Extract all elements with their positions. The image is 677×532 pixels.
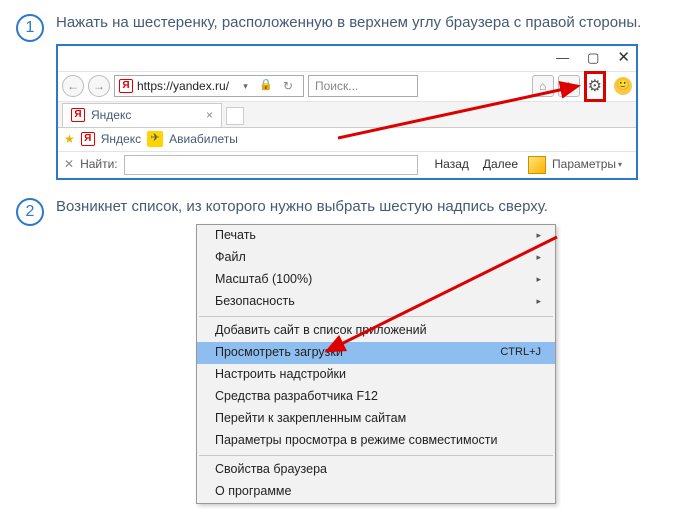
yandex-logo-icon: Я: [119, 79, 133, 93]
minimize-icon[interactable]: —: [556, 49, 569, 68]
url-dropdown-icon[interactable]: ▾: [243, 80, 255, 93]
menu-shortcut: CTRL+J: [500, 345, 541, 361]
address-bar: ← → Я https://yandex.ru/ ▾ 🔒 ↻ Поиск... …: [58, 72, 636, 102]
find-bar: ✕ Найти: Назад Далее Параметры ▾: [58, 152, 636, 178]
menu-options[interactable]: Свойства браузера: [197, 459, 555, 481]
refresh-icon[interactable]: ↻: [277, 75, 299, 97]
menu-compat-label: Параметры просмотра в режиме совместимос…: [215, 431, 498, 449]
browser-window: — ▢ ✕ ← → Я https://yandex.ru/ ▾ 🔒 ↻ Пои…: [56, 44, 638, 180]
search-field[interactable]: Поиск...: [308, 75, 418, 97]
nav-back-button[interactable]: ←: [62, 75, 84, 97]
smiley-icon[interactable]: 🙂: [614, 77, 632, 95]
bookmarks-bar: ★ Я Яндекс ✈ Авиабилеты: [58, 128, 636, 152]
menu-devtools-label: Средства разработчика F12: [215, 387, 378, 405]
maximize-icon[interactable]: ▢: [587, 49, 599, 68]
params-dropdown-icon: ▾: [618, 159, 630, 171]
chevron-right-icon: ▸: [536, 251, 541, 264]
close-icon[interactable]: ✕: [617, 47, 630, 69]
find-params-button[interactable]: Параметры ▾: [552, 156, 630, 173]
chevron-right-icon: ▸: [536, 295, 541, 308]
menu-file[interactable]: Файл ▸: [197, 247, 555, 269]
menu-pinned-label: Перейти к закрепленным сайтам: [215, 409, 406, 427]
find-prev-button[interactable]: Назад: [430, 156, 472, 173]
search-placeholder: Поиск...: [315, 78, 358, 95]
plane-icon: ✈: [147, 131, 163, 147]
menu-file-label: Файл: [215, 248, 246, 266]
tab-close-icon[interactable]: ×: [206, 107, 213, 124]
bookmark-aviabilety[interactable]: Авиабилеты: [169, 131, 238, 148]
star-icon[interactable]: ★: [64, 131, 75, 148]
menu-separator: [199, 455, 553, 456]
menu-add-site-label: Добавить сайт в список приложений: [215, 321, 427, 339]
lock-icon: 🔒: [259, 78, 273, 94]
menu-zoom-label: Масштаб (100%): [215, 270, 312, 288]
menu-options-label: Свойства браузера: [215, 460, 327, 478]
step-2-text: Возникнет список, из которого нужно выбр…: [56, 196, 661, 218]
tab-favicon-icon: Я: [71, 108, 85, 122]
url-field[interactable]: Я https://yandex.ru/ ▾ 🔒 ↻: [114, 75, 304, 97]
favorites-button[interactable]: ★: [558, 75, 580, 97]
tab-title: Яндекс: [91, 107, 131, 124]
context-menu: Печать ▸ Файл ▸ Масштаб (100%) ▸ Безопас…: [196, 224, 556, 504]
find-next-button[interactable]: Далее: [479, 156, 522, 173]
menu-addons[interactable]: Настроить надстройки: [197, 364, 555, 386]
menu-view-downloads-label: Просмотреть загрузки: [215, 343, 343, 361]
menu-security-label: Безопасность: [215, 292, 295, 310]
chevron-right-icon: ▸: [536, 229, 541, 242]
url-text: https://yandex.ru/: [137, 78, 239, 95]
find-params-label: Параметры: [552, 156, 616, 173]
step-1-text: Нажать на шестеренку, расположенную в ве…: [56, 12, 661, 34]
menu-print-label: Печать: [215, 226, 256, 244]
menu-print[interactable]: Печать ▸: [197, 225, 555, 247]
menu-addons-label: Настроить надстройки: [215, 365, 346, 383]
window-titlebar: — ▢ ✕: [58, 46, 636, 72]
find-close-icon[interactable]: ✕: [64, 156, 74, 173]
nav-forward-button[interactable]: →: [88, 75, 110, 97]
gear-highlight: ⚙: [584, 71, 606, 102]
bookmark-ya-icon: Я: [81, 132, 95, 146]
menu-zoom[interactable]: Масштаб (100%) ▸: [197, 269, 555, 291]
menu-pinned[interactable]: Перейти к закрепленным сайтам: [197, 408, 555, 430]
menu-devtools[interactable]: Средства разработчика F12: [197, 386, 555, 408]
menu-about-label: О программе: [215, 482, 291, 500]
menu-about[interactable]: О программе: [197, 481, 555, 503]
step-number-2: 2: [16, 198, 44, 226]
chevron-right-icon: ▸: [536, 273, 541, 286]
find-input[interactable]: [124, 155, 419, 175]
menu-security[interactable]: Безопасность ▸: [197, 291, 555, 313]
home-button[interactable]: ⌂: [532, 75, 554, 97]
menu-view-downloads[interactable]: Просмотреть загрузки CTRL+J: [197, 342, 555, 364]
step-number-1: 1: [16, 14, 44, 42]
tab-yandex[interactable]: Я Яндекс ×: [62, 103, 222, 127]
bookmark-yandex[interactable]: Яндекс: [101, 131, 141, 148]
tab-strip: Я Яндекс ×: [58, 102, 636, 128]
find-label: Найти:: [80, 156, 118, 173]
highlight-icon[interactable]: [528, 156, 546, 174]
gear-icon[interactable]: ⚙: [588, 75, 602, 98]
menu-separator: [199, 316, 553, 317]
menu-compat[interactable]: Параметры просмотра в режиме совместимос…: [197, 430, 555, 452]
menu-add-site[interactable]: Добавить сайт в список приложений: [197, 320, 555, 342]
new-tab-button[interactable]: [226, 107, 244, 125]
